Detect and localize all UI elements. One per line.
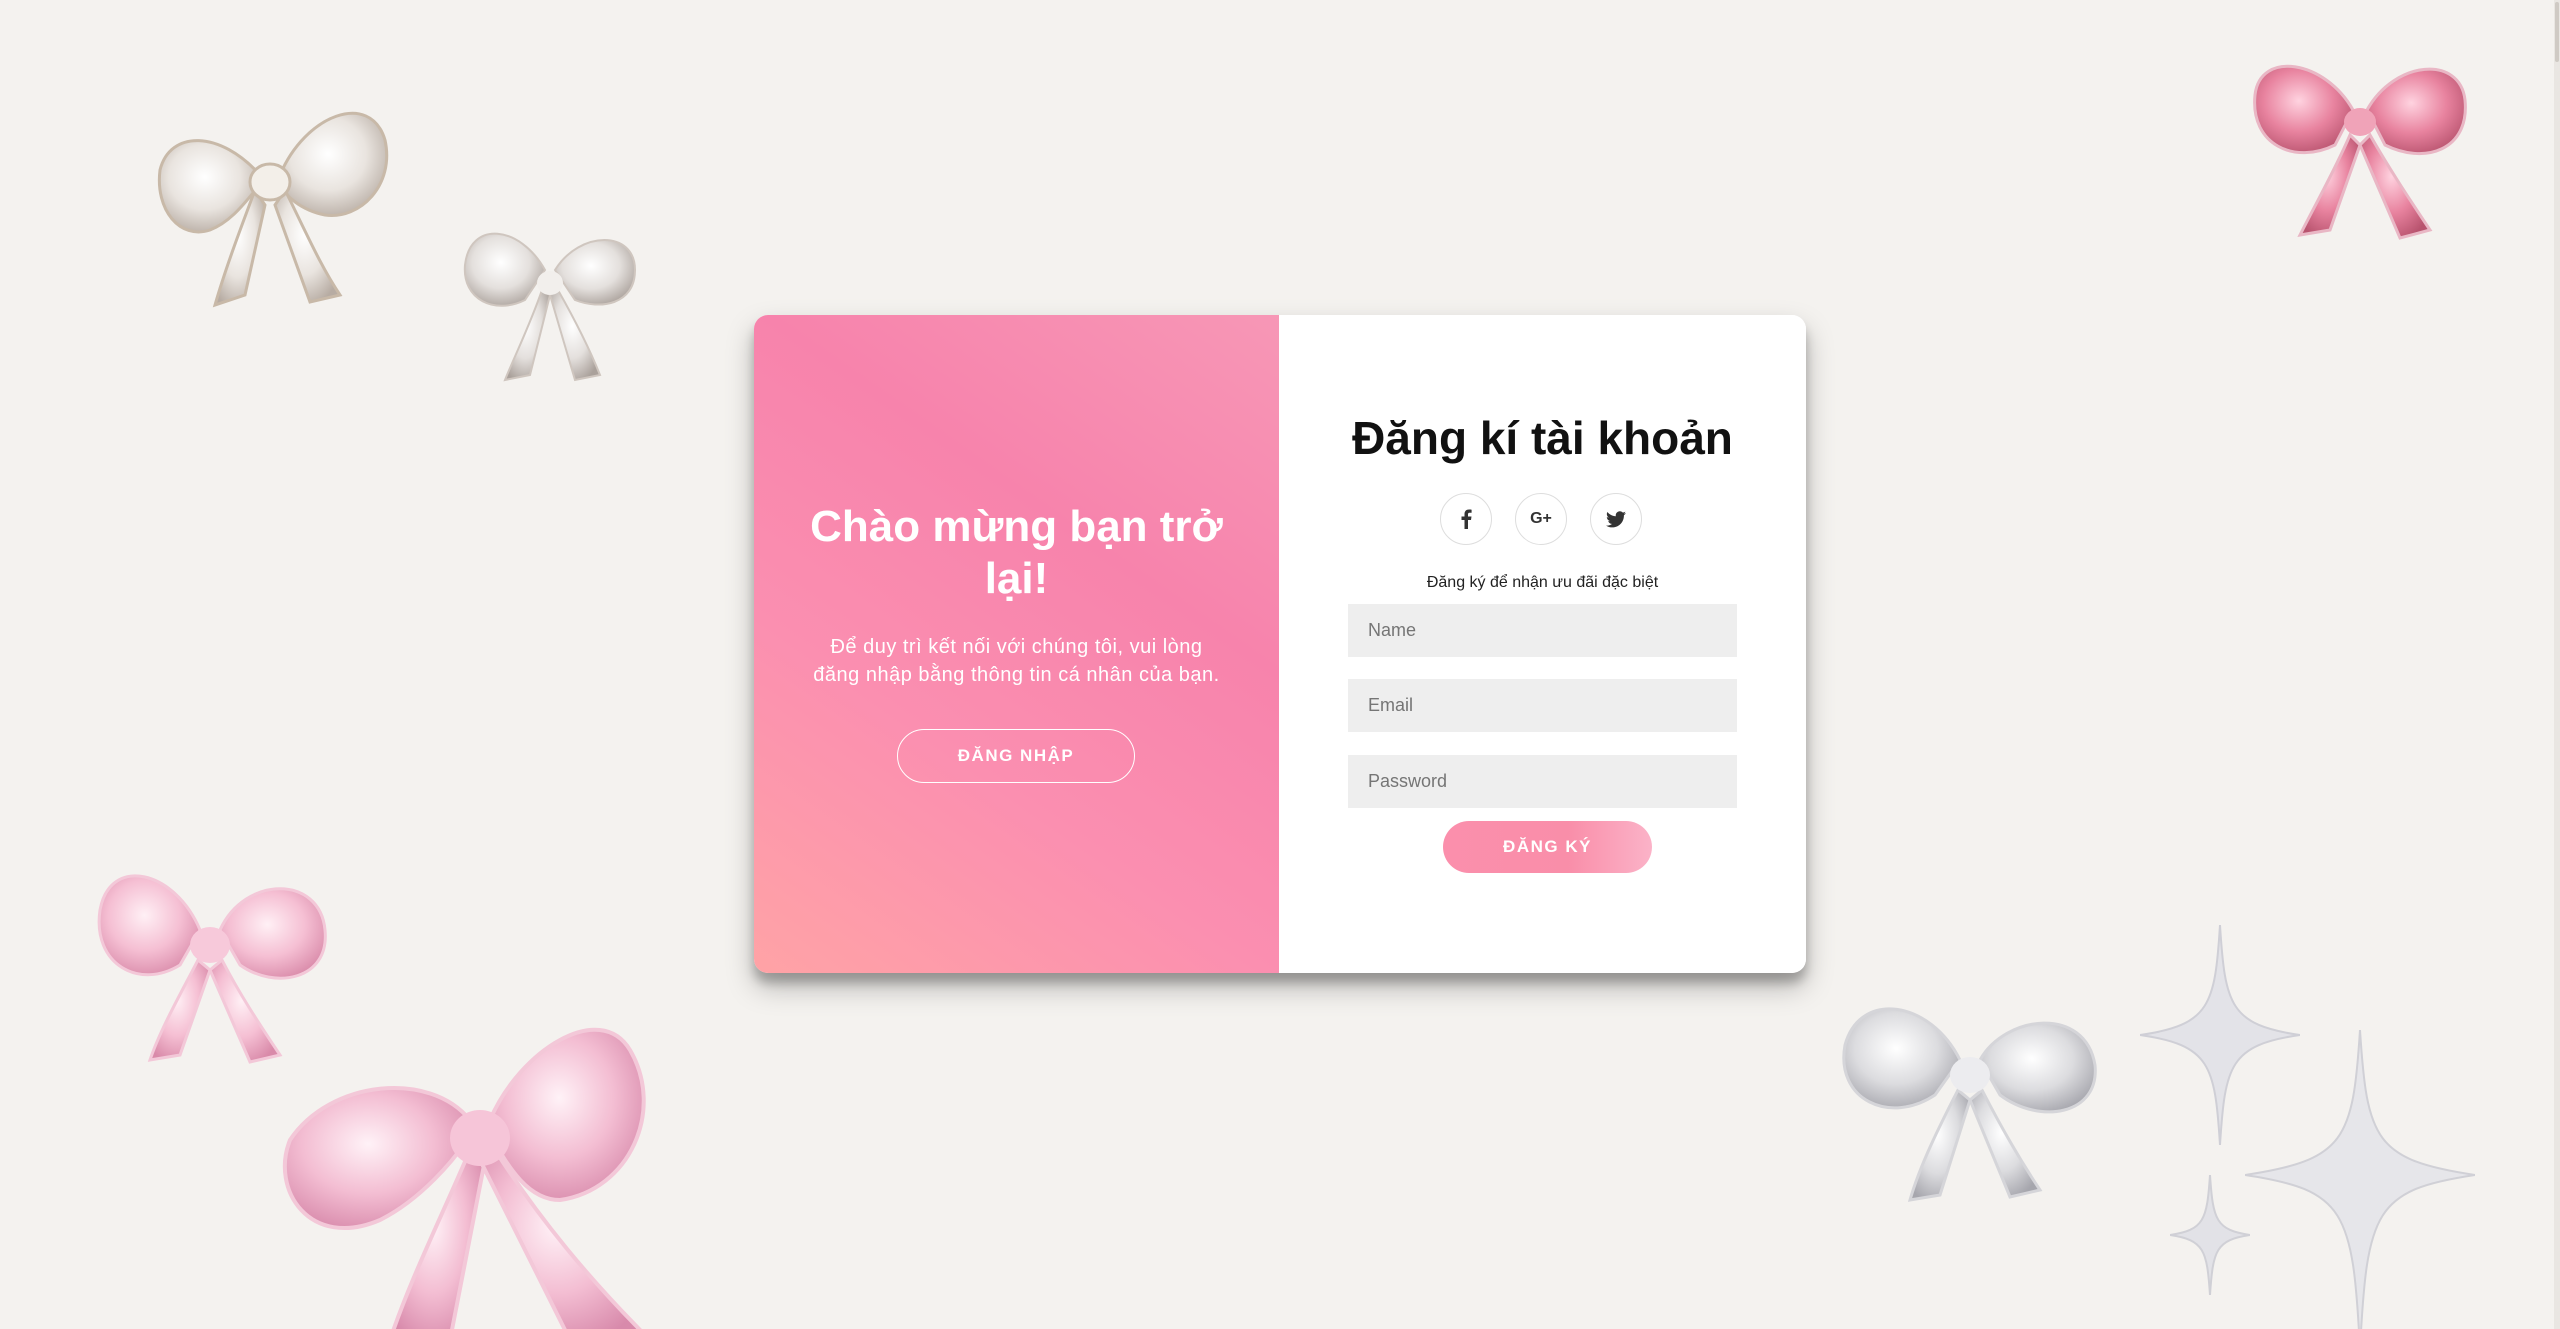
signup-title: Đăng kí tài khoản [1352, 412, 1733, 464]
signup-button[interactable]: ĐĂNG KÝ [1443, 821, 1652, 873]
bow-icon [97, 874, 327, 1064]
google-plus-icon: G+ [1530, 510, 1552, 527]
page-background: Chào mừng bạn trở lại! Để duy trì kết nố… [0, 0, 2560, 1329]
sparkle-icon [2170, 1175, 2250, 1295]
facebook-button[interactable] [1440, 493, 1492, 545]
welcome-description: Để duy trì kết nối với chúng tôi, vui lò… [813, 636, 1220, 686]
bow-icon [2253, 64, 2467, 240]
bow-icon [157, 111, 389, 308]
name-field[interactable] [1348, 604, 1737, 657]
twitter-icon [1606, 510, 1626, 527]
signin-button[interactable]: ĐĂNG NHẬP [897, 729, 1135, 783]
auth-card: Chào mừng bạn trở lại! Để duy trì kết nố… [754, 315, 1806, 973]
social-buttons: G+ [1440, 493, 1645, 547]
facebook-icon [1461, 509, 1472, 529]
google-plus-button[interactable]: G+ [1515, 493, 1567, 545]
password-field[interactable] [1348, 755, 1737, 808]
signup-subtitle: Đăng ký để nhận ưu đãi đặc biệt [1426, 574, 1659, 591]
email-field[interactable] [1348, 679, 1737, 732]
sparkle-icon [2140, 925, 2300, 1145]
bow-icon [463, 232, 637, 382]
welcome-overlay-panel: Chào mừng bạn trở lại! Để duy trì kết nố… [754, 315, 1279, 973]
sparkle-icon [2245, 1030, 2475, 1329]
bow-icon [282, 1027, 646, 1329]
page-scrollbar[interactable] [2554, 0, 2560, 1329]
welcome-title: Chào mừng bạn trở lại! [810, 502, 1223, 603]
scrollbar-thumb[interactable] [2555, 2, 2559, 62]
signup-form-panel: Đăng kí tài khoản G+ Đăng ký để nhận ưu … [1279, 315, 1806, 973]
bow-icon [1842, 1007, 2097, 1202]
twitter-button[interactable] [1590, 493, 1642, 545]
